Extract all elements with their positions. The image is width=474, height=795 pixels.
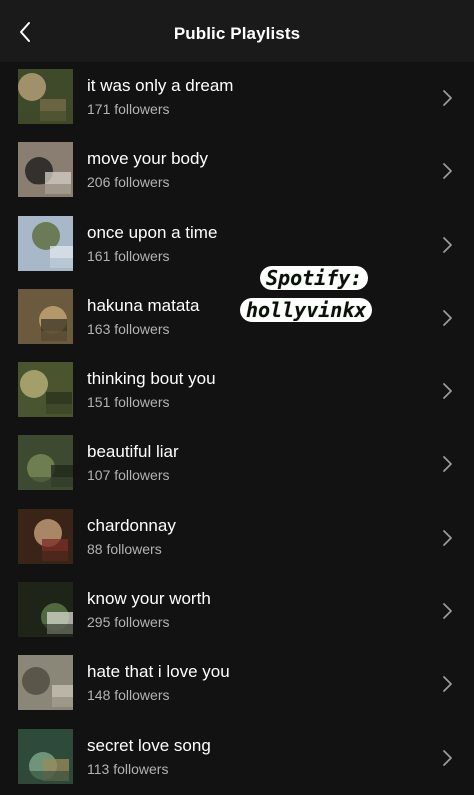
chevron-right-icon — [440, 235, 454, 255]
playlist-followers: 295 followers — [87, 614, 170, 631]
playlist-row[interactable]: beautiful liar 107 followers — [0, 428, 474, 501]
playlist-row[interactable]: once upon a time 161 followers — [0, 209, 474, 282]
playlist-cover-image — [18, 69, 73, 124]
playlist-followers: 88 followers — [87, 540, 162, 557]
playlist-row[interactable]: secret love song 113 followers — [0, 722, 474, 795]
chevron-right-icon — [440, 381, 454, 401]
chevron-right-icon — [440, 161, 454, 181]
chevron-right-icon — [440, 454, 454, 474]
playlist-followers: 151 followers — [87, 394, 170, 411]
playlist-followers: 107 followers — [87, 467, 170, 484]
playlist-cover-image — [18, 362, 73, 418]
playlist-row[interactable]: move your body 206 followers — [0, 135, 474, 208]
playlist-followers: 148 followers — [87, 687, 170, 704]
playlist-title: once upon a time — [87, 222, 218, 242]
playlist-followers: 206 followers — [87, 174, 170, 191]
playlist-row[interactable]: hate that i love you 148 followers — [0, 648, 474, 721]
playlist-cover-image — [18, 142, 73, 198]
playlist-followers: 113 followers — [87, 760, 169, 777]
chevron-right-icon — [440, 748, 454, 768]
playlist-row[interactable]: thinking bout you 151 followers — [0, 355, 474, 428]
playlist-cover-image — [18, 582, 73, 638]
playlist-title: move your body — [87, 149, 208, 169]
chevron-right-icon — [440, 674, 454, 694]
playlist-cover-image — [18, 435, 73, 491]
page-title: Public Playlists — [173, 24, 301, 43]
chevron-right-icon — [440, 308, 454, 328]
playlist-followers: 171 followers — [87, 101, 170, 117]
playlist-row[interactable]: know your worth 295 followers — [0, 575, 474, 648]
chevron-right-icon — [440, 88, 454, 108]
playlist-title: hate that i love you — [87, 662, 230, 682]
playlist-title: secret love song — [87, 735, 211, 755]
playlist-row[interactable]: it was only a dream 171 followers — [0, 62, 474, 135]
playlist-followers: 163 followers — [87, 320, 170, 337]
playlist-row[interactable]: hakuna matata 163 followers — [0, 282, 474, 355]
playlist-list: it was only a dream 171 followers move you… — [0, 62, 474, 795]
playlist-row[interactable]: chardonnay 88 followers — [0, 502, 474, 575]
playlist-cover-image — [18, 655, 73, 711]
playlist-cover-image — [18, 728, 73, 784]
playlist-cover-image — [18, 215, 73, 271]
playlist-title: know your worth — [87, 589, 211, 609]
chevron-right-icon — [440, 601, 454, 621]
playlist-title: thinking bout you — [87, 369, 216, 389]
top-bar: Public Playlists — [0, 0, 474, 62]
playlist-title: chardonnay — [87, 515, 176, 535]
chevron-right-icon — [440, 528, 454, 548]
playlist-cover-image — [18, 288, 73, 344]
playlist-cover-image — [18, 508, 73, 564]
playlist-title: hakuna matata — [87, 295, 200, 315]
playlist-title: it was only a dream — [87, 76, 234, 95]
playlist-title: beautiful liar — [87, 442, 179, 462]
playlist-followers: 161 followers — [87, 247, 170, 264]
